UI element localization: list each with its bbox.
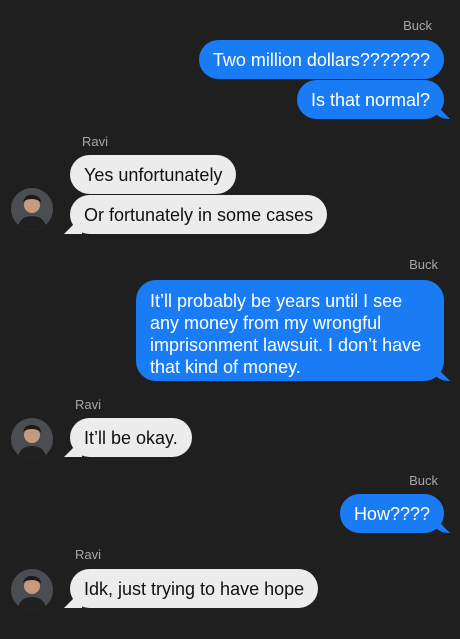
sender-label-buck: Buck [409, 257, 438, 272]
avatar-icon [11, 569, 53, 611]
message-bubble-incoming[interactable]: Idk, just trying to have hope [70, 569, 319, 608]
avatar-icon [11, 418, 53, 460]
message-bubble-outgoing[interactable]: It’ll probably be years until I see any … [136, 280, 444, 381]
message-bubble-incoming[interactable]: Yes unfortunately [70, 155, 237, 194]
sender-label-buck: Buck [403, 18, 432, 33]
contact-avatar[interactable] [11, 569, 53, 611]
avatar-icon [11, 188, 53, 230]
contact-avatar[interactable] [11, 188, 53, 230]
sender-label-ravi: Ravi [82, 134, 109, 149]
sender-label-ravi: Ravi [75, 397, 102, 412]
message-bubble-outgoing[interactable]: Two million dollars??????? [198, 40, 444, 79]
message-bubble-incoming[interactable]: It’ll be okay. [70, 418, 192, 457]
message-bubble-incoming[interactable]: Or fortunately in some cases [70, 195, 328, 234]
sender-label-ravi: Ravi [75, 547, 102, 562]
contact-avatar[interactable] [11, 418, 53, 460]
message-bubble-outgoing[interactable]: Is that normal? [296, 80, 444, 119]
sender-label-buck: Buck [409, 473, 438, 488]
message-bubble-outgoing[interactable]: How???? [339, 494, 444, 533]
